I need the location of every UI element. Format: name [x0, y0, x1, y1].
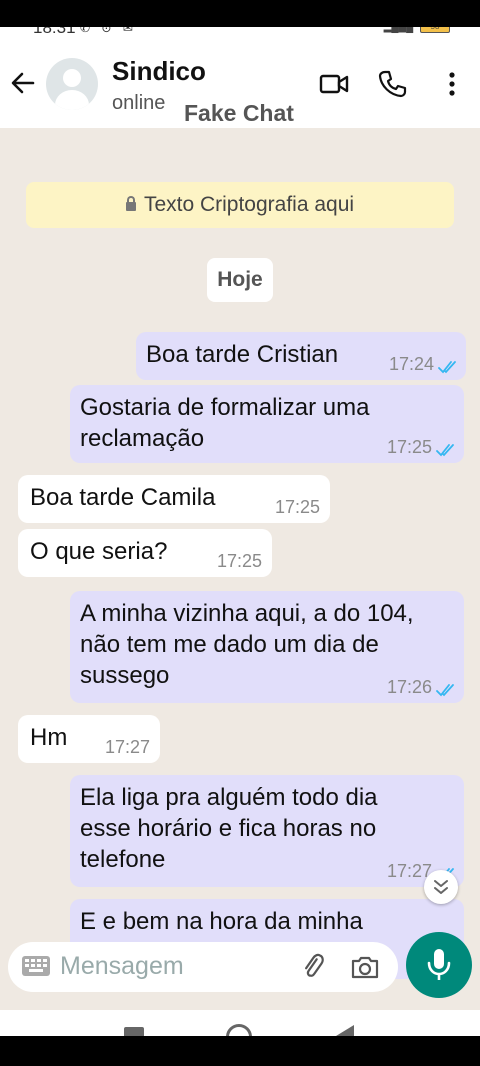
message-line: sussego	[80, 662, 170, 689]
message-text: Boa tarde Camila	[30, 482, 215, 513]
incoming-message[interactable]: O que seria? 17:25	[18, 529, 272, 577]
message-line: Boa tarde Camila	[30, 484, 216, 511]
home-icon[interactable]	[226, 1024, 252, 1036]
message-time: 17:25	[216, 551, 262, 571]
camera-icon[interactable]	[350, 952, 380, 982]
back-arrow-icon[interactable]	[8, 68, 38, 98]
notification-icons: ✆ ⊙ ✉	[80, 27, 137, 35]
date-divider: Hoje	[207, 258, 273, 302]
scroll-down-icon[interactable]	[424, 870, 458, 904]
message-line: A minha vizinha aqui, a do 104,	[80, 600, 414, 627]
chat-area[interactable]: Texto Criptografia aqui Hoje Boa tarde C…	[0, 128, 480, 1010]
contact-name[interactable]: Sindico	[112, 56, 206, 87]
encryption-text: Texto Criptografia aqui	[143, 193, 355, 216]
outgoing-message[interactable]: Gostaria de formalizar uma reclamação 17:2…	[70, 385, 464, 463]
recent-apps-icon[interactable]	[124, 1027, 144, 1036]
nav-strip	[0, 1010, 480, 1036]
incoming-message[interactable]: Hm 17:27	[18, 715, 160, 763]
message-line: E e bem na hora da minha	[80, 908, 363, 935]
message-time: 17:25	[386, 437, 432, 457]
system-nav-bar	[0, 1010, 480, 1066]
message-line: O que seria?	[30, 538, 168, 565]
signal-icon: ▂▄▆█ 58	[384, 27, 450, 33]
outgoing-message[interactable]: Ela liga pra alguém todo dia esse horário…	[70, 775, 464, 887]
message-line: não tem me dado um dia de	[80, 631, 379, 658]
read-receipt-icon	[436, 444, 454, 457]
incoming-message[interactable]: Boa tarde Camila 17:25	[18, 475, 330, 523]
encryption-notice[interactable]: Texto Criptografia aqui	[26, 182, 454, 228]
message-time: 17:27	[104, 737, 150, 757]
message-time: 17:26	[386, 677, 432, 697]
message-time: 17:25	[274, 497, 320, 517]
outgoing-message[interactable]: A minha vizinha aqui, a do 104, não tem m…	[70, 591, 464, 703]
microphone-button[interactable]	[406, 932, 472, 998]
status-time: 18:31	[33, 27, 76, 37]
outgoing-message[interactable]: Boa tarde Cristian 17:24	[136, 332, 466, 380]
message-text: Gostaria de formalizar uma reclamação	[80, 392, 369, 454]
message-line: Gostaria de formalizar uma	[80, 394, 370, 421]
watermark-text: Fake Chat	[184, 100, 294, 126]
avatar[interactable]	[46, 58, 98, 110]
message-input[interactable]: Mensagem	[60, 952, 184, 981]
message-line: reclamação	[80, 425, 205, 452]
message-line: telefone	[80, 846, 166, 873]
read-receipt-icon	[438, 361, 456, 374]
message-time: 17:24	[388, 354, 434, 374]
read-receipt-icon	[436, 684, 454, 697]
message-line: Ela liga pra alguém todo dia	[80, 784, 378, 811]
message-line: esse horário e fica horas no	[80, 815, 377, 842]
message-input-bar[interactable]: Mensagem	[8, 942, 398, 992]
chat-header: Sindico online Fake Chat	[0, 40, 480, 128]
attach-icon[interactable]	[298, 952, 328, 982]
lock-icon	[125, 196, 136, 211]
battery-icon: 58	[420, 27, 450, 33]
keyboard-icon[interactable]	[22, 956, 50, 976]
message-text: E e bem na hora da minha	[80, 906, 363, 937]
message-text: Hm	[30, 722, 67, 753]
message-text: Ela liga pra alguém todo dia esse horário…	[80, 782, 378, 875]
video-call-icon[interactable]	[318, 68, 350, 100]
contact-status: online	[112, 92, 166, 114]
message-text: Boa tarde Cristian	[146, 339, 338, 370]
message-line: Hm	[30, 724, 68, 751]
message-text: A minha vizinha aqui, a do 104, não tem m…	[80, 598, 414, 691]
voice-call-icon[interactable]	[376, 68, 408, 100]
status-strip: 18:31 ✆ ⊙ ✉ ▂▄▆█ 58	[0, 27, 480, 40]
message-line: Boa tarde Cristian	[146, 341, 339, 368]
status-bar: 18:31 ✆ ⊙ ✉ ▂▄▆█ 58	[0, 0, 480, 40]
more-options-icon[interactable]	[436, 68, 468, 100]
message-text: O que seria?	[30, 536, 167, 567]
nav-back-icon[interactable]	[336, 1025, 354, 1036]
